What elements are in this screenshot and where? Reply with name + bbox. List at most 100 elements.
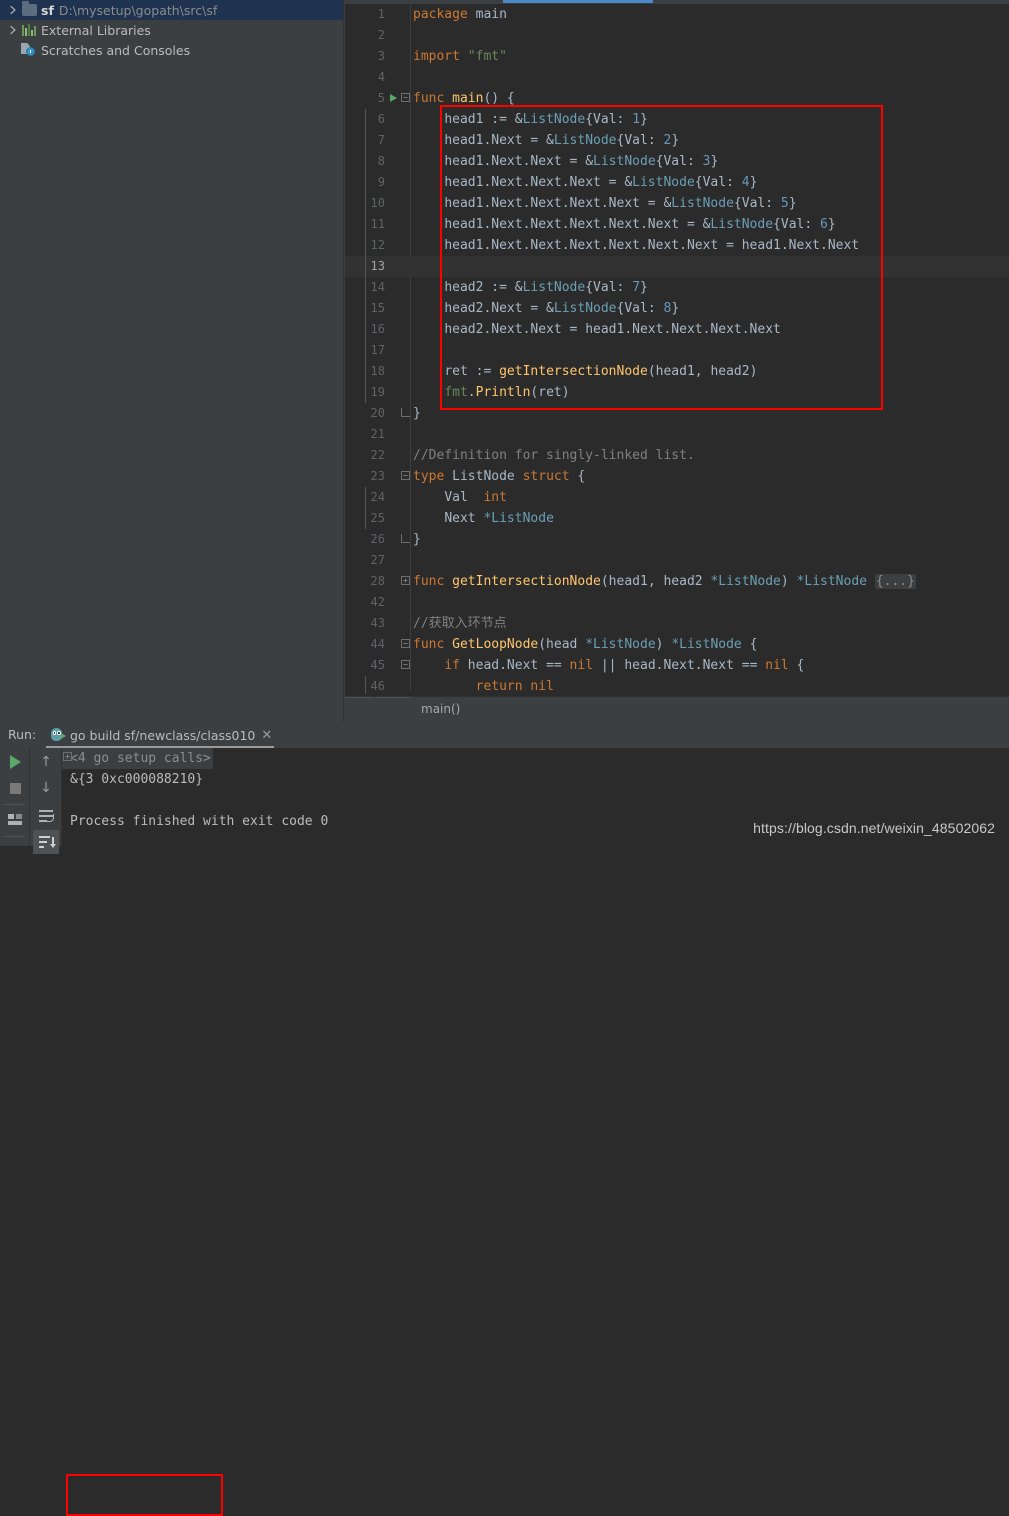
code-line[interactable]: 12 head1.Next.Next.Next.Next.Next.Next =… — [345, 235, 1009, 256]
code-editor[interactable]: 1 package main 2 3 import "fmt" 4 5 − fu… — [345, 0, 1009, 722]
code-line[interactable]: 22 //Definition for singly-linked list. — [345, 445, 1009, 466]
line-number: 3 — [377, 49, 385, 63]
gutter-marks[interactable] — [385, 529, 410, 550]
sidebar-item-external-libraries[interactable]: External Libraries — [0, 20, 343, 40]
watermark-url: https://blog.csdn.net/weixin_48502062 — [753, 820, 995, 836]
chevron-right-icon[interactable] — [6, 23, 20, 37]
gutter-marks[interactable] — [385, 466, 410, 487]
code-line[interactable]: 28 func getIntersectionNode(head1, head2… — [345, 571, 1009, 592]
code-line[interactable]: 5 func main() { — [345, 88, 1009, 109]
fold-collapse-icon[interactable] — [401, 471, 410, 480]
line-content: head1.Next.Next = &ListNode{Val: 3} — [444, 154, 719, 169]
sidebar-item-label: Scratches and Consoles — [41, 42, 191, 58]
line-content: head1.Next.Next.Next.Next.Next.Next = he… — [444, 238, 860, 253]
sidebar-item-label: External Libraries — [41, 22, 151, 38]
line-number: 43 — [370, 616, 385, 630]
code-line[interactable]: 45 if head.Next == nil || head.Next.Next… — [345, 655, 1009, 676]
code-lines-container[interactable]: 1 package main 2 3 import "fmt" 4 5 − fu… — [345, 4, 1009, 694]
run-tool-window: Run: go build sf/newclass/class010 ✕ ↑ ↓… — [0, 722, 1009, 1516]
code-line[interactable]: 43 //获取入环节点 — [345, 613, 1009, 634]
line-content: return nil — [475, 679, 554, 694]
fold-guide-line — [365, 298, 366, 319]
code-line[interactable]: 15 head2.Next = &ListNode{Val: 8} — [345, 298, 1009, 319]
sidebar-item-sf[interactable]: sf D:\mysetup\gopath\src\sf — [0, 0, 343, 20]
code-line[interactable]: 17 — [345, 340, 1009, 361]
play-icon — [9, 755, 21, 769]
code-line[interactable]: 21 — [345, 424, 1009, 445]
code-line[interactable]: 24 Val int — [345, 487, 1009, 508]
gutter-marks[interactable] — [385, 655, 410, 676]
line-content: type ListNode struct { — [413, 469, 586, 484]
scroll-up-button[interactable]: ↑ — [33, 750, 59, 774]
line-content: //Definition for singly-linked list. — [413, 448, 695, 463]
rerun-button[interactable] — [2, 750, 28, 774]
line-number: 20 — [370, 406, 385, 420]
editor-split-region: sf D:\mysetup\gopath\src\sf External Lib… — [0, 0, 1009, 722]
fold-collapse-icon[interactable] — [401, 93, 410, 102]
folded-code-placeholder[interactable]: {...} — [874, 574, 916, 589]
layout-settings-button[interactable] — [2, 808, 28, 832]
code-line[interactable]: 2 — [345, 25, 1009, 46]
ide-window: sf D:\mysetup\gopath\src\sf External Lib… — [0, 0, 1009, 1516]
gutter-marks[interactable] — [385, 634, 410, 655]
code-line[interactable]: 27 — [345, 550, 1009, 571]
sidebar-item-scratches-and-consoles[interactable]: Scratches and Consoles — [0, 40, 343, 60]
scratches-icon — [20, 42, 38, 58]
gutter-marks[interactable] — [385, 571, 410, 592]
fold-expand-icon[interactable] — [401, 576, 410, 585]
code-line[interactable]: 46 return nil — [345, 676, 1009, 694]
code-line[interactable]: 20 } — [345, 403, 1009, 424]
close-icon[interactable]: ✕ — [261, 729, 272, 742]
line-content: if head.Next == nil || head.Next.Next ==… — [444, 658, 805, 673]
line-content: func getIntersectionNode(head1, head2 *L… — [413, 574, 916, 589]
code-line[interactable]: 1 package main — [345, 4, 1009, 25]
stop-button[interactable] — [2, 776, 28, 800]
fold-guide-line — [365, 277, 366, 298]
gutter-marks[interactable] — [385, 88, 410, 109]
line-content: head1.Next.Next.Next = &ListNode{Val: 4} — [444, 175, 758, 190]
code-line[interactable]: 25 Next *ListNode — [345, 508, 1009, 529]
code-line[interactable]: 26 } — [345, 529, 1009, 550]
fold-guide-line — [365, 172, 366, 193]
console-folded-line[interactable]: <4 go setup calls> — [62, 748, 213, 769]
chevron-right-icon[interactable] — [6, 3, 20, 17]
code-line[interactable]: 44 func GetLoopNode(head *ListNode) *Lis… — [345, 634, 1009, 655]
code-line[interactable]: 8 head1.Next.Next = &ListNode{Val: 3} — [345, 151, 1009, 172]
line-number: 1 — [377, 7, 385, 21]
fold-end-icon[interactable] — [401, 534, 410, 543]
run-tab-go-build[interactable]: go build sf/newclass/class010 ✕ — [46, 722, 276, 748]
soft-wrap-button[interactable] — [33, 804, 59, 828]
scroll-down-button[interactable]: ↓ — [33, 776, 59, 800]
scroll-to-end-button[interactable] — [33, 830, 59, 854]
code-line[interactable]: 14 head2 := &ListNode{Val: 7} — [345, 277, 1009, 298]
soft-wrap-icon — [39, 810, 54, 822]
code-line[interactable]: 10 head1.Next.Next.Next.Next = &ListNode… — [345, 193, 1009, 214]
line-number: 45 — [370, 658, 385, 672]
console-fold-expand-icon[interactable]: + — [63, 752, 72, 761]
code-line[interactable]: 6 head1 := &ListNode{Val: 1} — [345, 109, 1009, 130]
code-line[interactable]: 16 head2.Next.Next = head1.Next.Next.Nex… — [345, 319, 1009, 340]
fold-guide-line — [365, 340, 366, 361]
fold-guide-line — [365, 676, 366, 694]
gutter-marks[interactable] — [385, 403, 410, 424]
fold-end-icon[interactable] — [401, 408, 410, 417]
code-line[interactable]: 7 head1.Next = &ListNode{Val: 2} — [345, 130, 1009, 151]
code-line[interactable]: 23 type ListNode struct { — [345, 466, 1009, 487]
code-line[interactable]: 19 fmt.Println(ret) — [345, 382, 1009, 403]
code-line[interactable]: 42 — [345, 592, 1009, 613]
code-line[interactable]: 11 head1.Next.Next.Next.Next.Next = &Lis… — [345, 214, 1009, 235]
breadcrumb[interactable]: main() — [421, 702, 460, 716]
fold-collapse-icon[interactable] — [401, 660, 410, 669]
code-line[interactable]: 9 head1.Next.Next.Next = &ListNode{Val: … — [345, 172, 1009, 193]
run-gutter-icon[interactable] — [390, 94, 397, 102]
code-line-current[interactable]: 13 — [345, 256, 1009, 277]
code-line[interactable]: 18 ret := getIntersectionNode(head1, hea… — [345, 361, 1009, 382]
code-line[interactable]: 4 — [345, 67, 1009, 88]
code-line[interactable]: 3 import "fmt" — [345, 46, 1009, 67]
fold-guide-line — [365, 130, 366, 151]
fold-guide-line — [365, 193, 366, 214]
arrow-down-icon: ↓ — [40, 780, 52, 796]
fold-collapse-icon[interactable] — [401, 639, 410, 648]
line-number: 5 — [377, 91, 385, 105]
